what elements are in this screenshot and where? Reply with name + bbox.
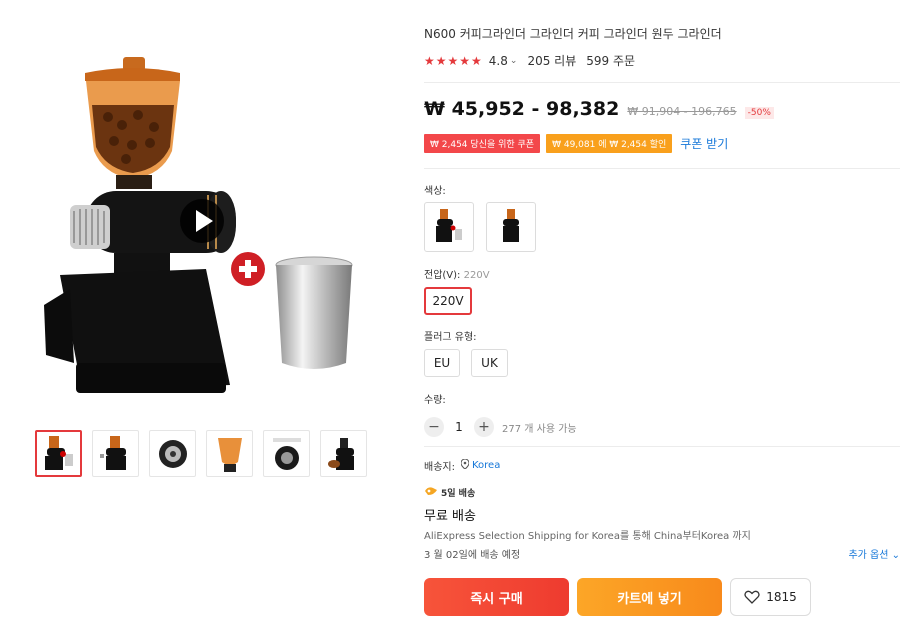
buy-now-button[interactable]: 즉시 구매 [424,578,569,616]
rating-score[interactable]: 4.8 [489,54,508,68]
voltage-label-text: 전압(V): [424,270,461,281]
chevron-down-icon: ⌄ [891,550,900,561]
quantity-label: 수량: [424,395,446,406]
delivery-date: 3 월 02일에 배송 예정 [424,550,521,561]
rating-row: ★★★★★ 4.8 ⌄ 205 리뷰 599 주문 [424,52,635,69]
original-price: ₩ 91,904 - 196,765 [627,105,737,118]
more-options-text: 추가 옵션 [848,550,889,561]
add-to-cart-button[interactable]: 카트에 넣기 [577,578,722,616]
sale-price: ₩ 45,952 - 98,382 [424,98,620,120]
more-options-link[interactable]: 추가 옵션 ⌄ [848,546,900,561]
price-row: ₩ 45,952 - 98,382 ₩ 91,904 - 196,765 -50… [424,98,774,120]
thumbnail-strip [35,430,367,477]
color-label: 색상: [424,186,446,197]
wishlist-button[interactable]: 1815 [730,578,811,616]
quantity-minus-button[interactable]: − [424,417,444,437]
coupon-row: ₩ 2,454 당신을 위한 쿠폰 ₩ 49,081 에 ₩ 2,454 할인 … [424,134,728,153]
voltage-option-220v[interactable]: 220V [424,287,472,315]
location-pin-icon [460,458,470,472]
heart-icon [744,590,760,604]
color-option-1[interactable] [424,202,474,252]
quantity-available: 277 개 사용 가능 [502,423,577,435]
color-option-2[interactable] [486,202,536,252]
ship-to-country[interactable]: Korea [472,460,500,471]
thumbnail-4[interactable] [206,430,253,477]
plug-option-eu[interactable]: EU [424,349,460,377]
main-product-image[interactable] [30,45,375,405]
product-title: N600 커피그라인더 그라인더 커피 그라인더 원두 그라인더 [424,27,722,41]
rating-stars-icon: ★★★★★ [424,53,483,68]
shipping-description: AliExpress Selection Shipping for Korea를… [424,531,751,542]
chevron-down-icon[interactable]: ⌄ [510,56,518,66]
divider [424,446,900,447]
thumbnail-3[interactable] [149,430,196,477]
order-count: 599 주문 [586,54,636,68]
quantity-value[interactable]: 1 [444,420,474,434]
coupon-badge-personal[interactable]: ₩ 2,454 당신을 위한 쿠폰 [424,134,541,153]
review-count[interactable]: 205 리뷰 [527,52,576,69]
thumbnail-1[interactable] [35,430,82,477]
free-shipping-text: 무료 배송 [424,509,476,524]
wishlist-count: 1815 [766,590,797,604]
fast-delivery-badge: 5일 배송 [424,486,475,499]
plug-option-uk[interactable]: UK [471,349,508,377]
ship-to-row: 배송지: Korea [424,458,500,473]
product-info-panel: N600 커피그라인더 그라인더 커피 그라인더 원두 그라인더 ★★★★★ 4… [424,0,900,624]
divider [424,168,900,169]
thumbnail-2[interactable] [92,430,139,477]
voltage-selected: 220V [463,270,490,281]
plug-label: 플러그 유형: [424,332,477,343]
coupon-badge-discount[interactable]: ₩ 49,081 에 ₩ 2,454 할인 [546,134,673,153]
thumbnail-5[interactable] [263,430,310,477]
get-coupon-link[interactable]: 쿠폰 받기 [680,135,728,152]
voltage-label: 전압(V): 220V [424,266,490,281]
divider [424,82,900,83]
discount-badge: -50% [744,107,774,119]
quantity-stepper: − 1 + 277 개 사용 가능 [424,417,577,437]
quantity-plus-button[interactable]: + [474,417,494,437]
ship-to-label: 배송지: [424,462,455,473]
delivery-truck-icon [424,486,438,499]
fast-delivery-text: 5일 배송 [441,489,476,499]
thumbnail-6[interactable] [320,430,367,477]
